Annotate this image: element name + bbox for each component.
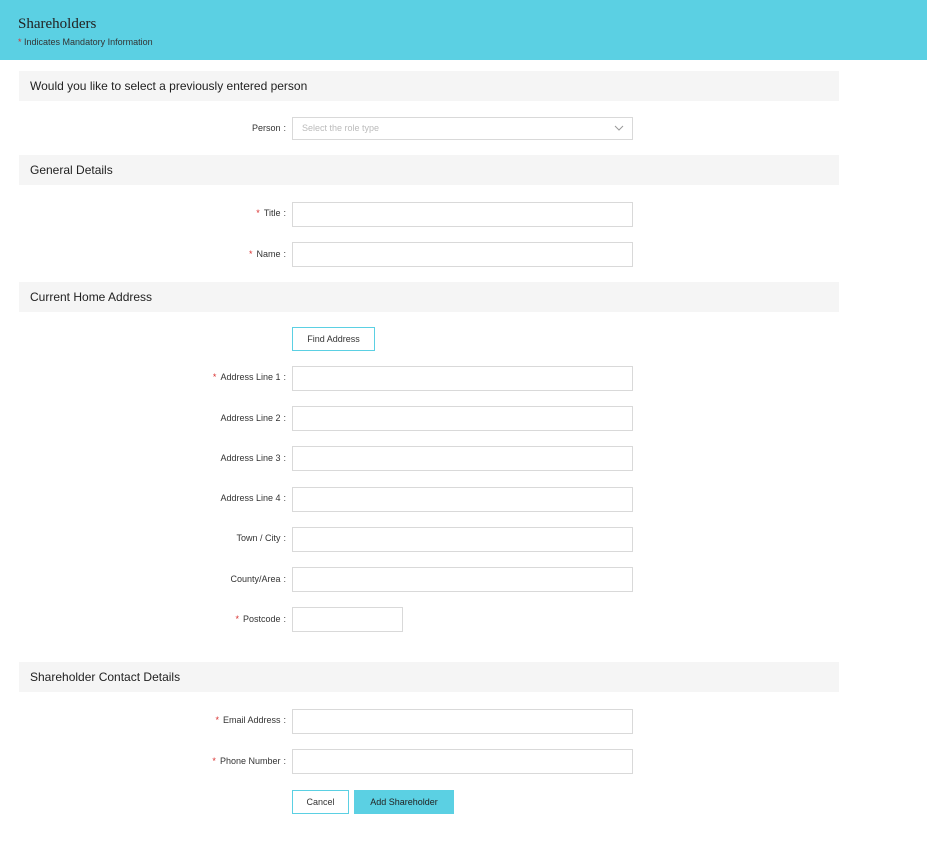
phone-label: * Phone Number:: [212, 756, 286, 766]
mandatory-note: * Indicates Mandatory Information: [18, 37, 927, 47]
label-colon: :: [283, 453, 286, 463]
town-city-input[interactable]: [292, 527, 633, 552]
name-input[interactable]: [292, 242, 633, 267]
label-colon: :: [283, 208, 286, 218]
email-label-text: Email Address: [222, 715, 281, 725]
address-line-3-label-text: Address Line 3: [220, 453, 281, 463]
label-colon: :: [283, 372, 286, 382]
address-line-3-input[interactable]: [292, 446, 633, 471]
label-colon: :: [283, 493, 286, 503]
address-line-2-label: Address Line 2:: [220, 413, 286, 423]
name-label: * Name:: [249, 249, 286, 259]
title-input[interactable]: [292, 202, 633, 227]
label-colon: :: [283, 614, 286, 624]
section-general-details: General Details: [19, 155, 839, 185]
label-colon: :: [283, 249, 286, 259]
address-line-4-input[interactable]: [292, 487, 633, 512]
page-header: Shareholders * Indicates Mandatory Infor…: [0, 0, 927, 60]
email-input[interactable]: [292, 709, 633, 734]
person-select[interactable]: Select the role type: [292, 117, 633, 140]
required-star: *: [18, 37, 22, 47]
title-label-text: Title: [263, 208, 281, 218]
county-area-label: County/Area:: [230, 574, 286, 584]
address-line-4-label-text: Address Line 4: [220, 493, 281, 503]
town-city-label: Town / City:: [236, 533, 286, 543]
label-colon: :: [283, 715, 286, 725]
county-area-input[interactable]: [292, 567, 633, 592]
required-star: *: [256, 208, 260, 218]
address-line-2-input[interactable]: [292, 406, 633, 431]
label-colon: :: [283, 123, 286, 133]
postcode-label-text: Postcode: [242, 614, 281, 624]
find-address-button[interactable]: Find Address: [292, 327, 375, 351]
cancel-button[interactable]: Cancel: [292, 790, 349, 814]
label-colon: :: [283, 574, 286, 584]
address-line-1-input[interactable]: [292, 366, 633, 391]
phone-input[interactable]: [292, 749, 633, 774]
section-contact-details: Shareholder Contact Details: [19, 662, 839, 692]
address-line-2-label-text: Address Line 2: [220, 413, 281, 423]
required-star: *: [215, 715, 219, 725]
name-label-text: Name: [256, 249, 281, 259]
section-previous-person: Would you like to select a previously en…: [19, 71, 839, 101]
required-star: *: [212, 372, 217, 382]
address-line-4-label: Address Line 4:: [220, 493, 286, 503]
required-star: *: [248, 249, 253, 259]
section-home-address: Current Home Address: [19, 282, 839, 312]
label-colon: :: [283, 413, 286, 423]
person-label-text: Person: [251, 123, 281, 133]
chevron-down-icon: [614, 125, 624, 131]
label-colon: :: [283, 756, 286, 766]
town-city-label-text: Town / City: [236, 533, 281, 543]
phone-label-text: Phone Number: [219, 756, 281, 766]
county-area-label-text: County/Area: [230, 574, 281, 584]
mandatory-note-text: Indicates Mandatory Information: [24, 37, 153, 47]
label-colon: :: [283, 533, 286, 543]
postcode-input[interactable]: [292, 607, 403, 632]
address-line-1-label-text: Address Line 1: [220, 372, 281, 382]
required-star: *: [235, 614, 239, 624]
postcode-label: * Postcode:: [235, 614, 286, 624]
required-star: *: [212, 756, 216, 766]
title-label: * Title:: [256, 208, 286, 218]
person-label: Person:: [252, 123, 286, 133]
person-select-placeholder: Select the role type: [302, 123, 380, 133]
address-line-1-label: * Address Line 1:: [213, 372, 286, 382]
email-label: * Email Address:: [215, 715, 286, 725]
address-line-3-label: Address Line 3:: [220, 453, 286, 463]
add-shareholder-button[interactable]: Add Shareholder: [354, 790, 454, 814]
page-title: Shareholders: [18, 16, 97, 32]
